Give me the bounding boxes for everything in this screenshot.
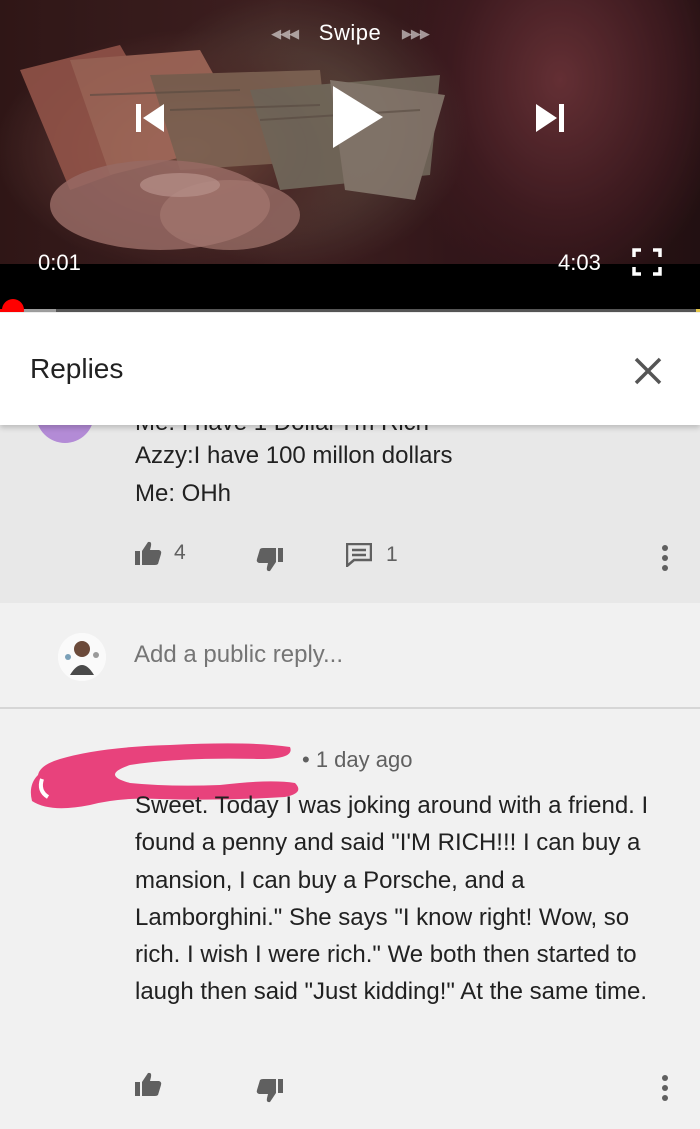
add-reply-input[interactable] [134, 641, 654, 669]
progress-scrubber[interactable] [2, 299, 24, 312]
duration: 4:03 [558, 250, 601, 275]
like-count: 4 [174, 541, 186, 564]
more-options-button[interactable] [660, 1073, 670, 1103]
thumbs-up-icon [135, 541, 162, 565]
more-vert-icon [662, 1075, 668, 1101]
previous-button[interactable] [130, 98, 170, 138]
progress-bar[interactable] [0, 309, 700, 312]
comment-icon [346, 543, 372, 567]
thumbs-down-icon [256, 1079, 283, 1103]
ad-marker [696, 309, 700, 312]
close-button[interactable] [628, 351, 668, 391]
dislike-button[interactable] [256, 547, 284, 573]
replies-title: Replies [30, 353, 124, 384]
play-button[interactable] [325, 82, 389, 152]
play-icon [333, 86, 383, 148]
user-avatar-art [58, 633, 106, 681]
swipe-hint: ◀◀◀ Swipe ▶▶▶ [0, 20, 700, 46]
next-button[interactable] [530, 98, 570, 138]
replies-panel-header: Replies [0, 313, 700, 425]
next-icon [536, 104, 564, 132]
comment-line: Azzy:I have 100 millon dollars [135, 442, 453, 469]
avatar[interactable] [36, 425, 94, 443]
dislike-button[interactable] [256, 1078, 284, 1104]
like-button[interactable]: 4 [134, 540, 186, 566]
close-icon [634, 357, 662, 385]
comment-line-cut: Me: I have 1 Dollar I'm Rich [135, 425, 429, 437]
avatar[interactable] [58, 633, 106, 681]
previous-icon [136, 104, 164, 132]
more-options-button[interactable] [660, 543, 670, 573]
swipe-left-arrows: ◀◀◀ [271, 26, 299, 41]
swipe-label: Swipe [318, 20, 382, 45]
reply-button[interactable]: 1 [346, 543, 398, 567]
swipe-right-arrows: ▶▶▶ [401, 26, 430, 41]
fullscreen-icon [632, 248, 662, 276]
reply-count: 1 [386, 543, 398, 566]
thumbs-up-icon [135, 1072, 162, 1096]
comment-line: Me: OHh [135, 480, 232, 507]
video-player[interactable]: ◀◀◀ Swipe ▶▶▶ 0:01 4:03 [0, 0, 700, 312]
reply-timestamp: • 1 day ago [302, 747, 413, 772]
reply-text: Sweet. Today I was joking around with a … [135, 792, 649, 1006]
like-button[interactable] [134, 1071, 162, 1097]
fullscreen-button[interactable] [632, 248, 662, 276]
more-vert-icon [662, 545, 668, 571]
reply-comment: • 1 day ago Sweet. Today I was joking ar… [0, 709, 700, 1129]
current-time: 0:01 [38, 250, 81, 275]
thumbs-down-icon [256, 548, 283, 572]
parent-comment: Me: I have 1 Dollar I'm Rich Azzy:I have… [0, 425, 700, 603]
add-reply-row [0, 603, 700, 707]
